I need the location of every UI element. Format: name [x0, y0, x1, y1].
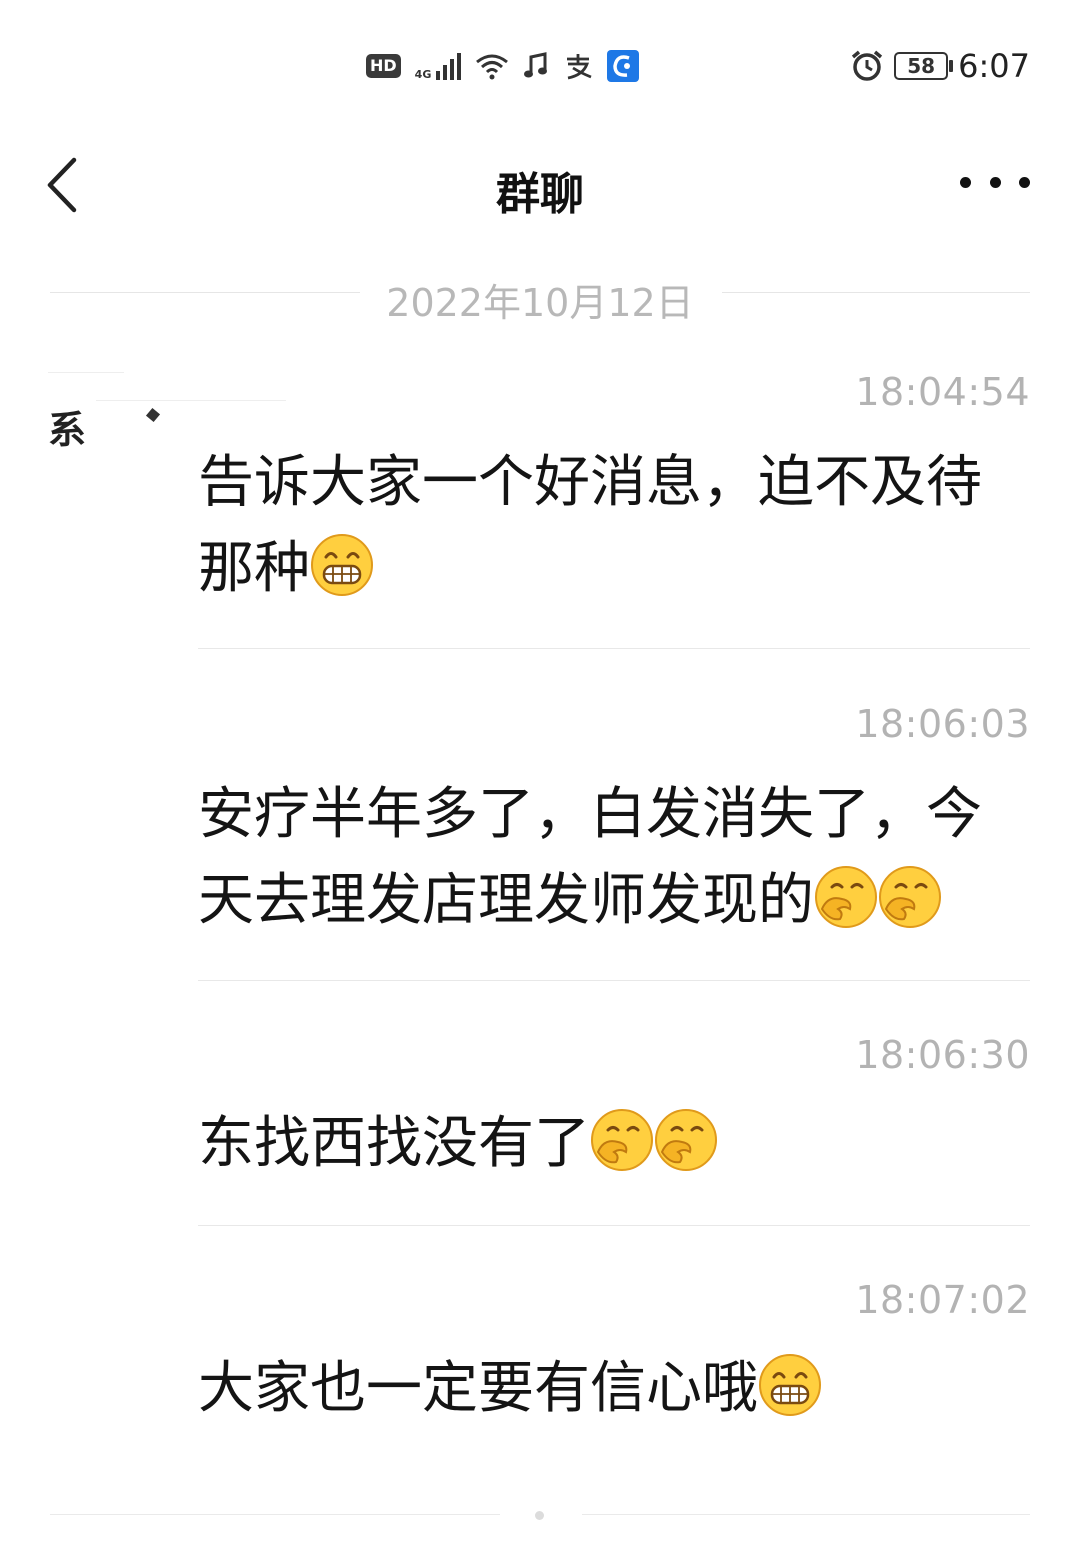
page-title: 群聊: [496, 169, 584, 220]
avatar[interactable]: 系: [48, 372, 286, 458]
message-separator: [198, 1225, 1030, 1226]
battery-icon: 58: [894, 52, 954, 80]
message-time: 18:06:30: [855, 1033, 1030, 1077]
status-bar: HD 4G 58 6:07: [0, 0, 1080, 130]
message-time: 18:07:02: [855, 1278, 1030, 1322]
message-separator: [198, 980, 1030, 981]
page-indicator-dot: [535, 1511, 544, 1520]
message-item: 18:06:30 东找西找没有了: [198, 1033, 1030, 1228]
giggle-emoji-icon: [879, 866, 941, 928]
grin-emoji-icon: [759, 1354, 821, 1416]
status-time: 6:07: [958, 47, 1030, 85]
wifi-icon: [475, 54, 508, 80]
more-icon-dot: [989, 176, 1001, 188]
message-text[interactable]: 安疗半年多了，白发消失了，今天去理发店理发师发现的: [198, 772, 1030, 944]
browser-icon: [606, 50, 639, 82]
avatar-mark: [145, 407, 161, 423]
signal-icon: 4G: [415, 52, 461, 80]
giggle-emoji-icon: [655, 1109, 717, 1171]
date-divider: 2022年10月12日: [50, 268, 1030, 325]
battery-level: 58: [907, 54, 936, 78]
message-separator: [198, 648, 1030, 649]
divider-line: [722, 292, 1030, 293]
grin-emoji-icon: [311, 534, 373, 596]
network-type: 4G: [414, 68, 432, 81]
status-icons-left: HD 4G: [366, 46, 639, 86]
avatar-glyph: 系: [48, 408, 87, 452]
chat-header: 群聊: [0, 130, 1080, 240]
more-button[interactable]: [960, 160, 1030, 204]
message-text[interactable]: 大家也一定要有信心哦: [198, 1346, 1030, 1432]
bottom-divider: [50, 1514, 500, 1515]
giggle-emoji-icon: [591, 1109, 653, 1171]
status-icons-right: 58 6:07: [850, 44, 1030, 88]
bottom-divider: [582, 1514, 1030, 1515]
message-text[interactable]: 东找西找没有了: [198, 1101, 1030, 1187]
message-time: 18:06:03: [855, 702, 1030, 746]
hd-icon: HD: [366, 54, 401, 78]
alarm-icon: [852, 50, 883, 81]
more-icon-dot: [1019, 176, 1030, 188]
message-item: 18:06:03 安疗半年多了，白发消失了，今天去理发店理发师发现的: [198, 702, 1030, 982]
message-item: 18:04:54 告诉大家一个好消息，迫不及待那种: [198, 370, 1030, 650]
date-label: 2022年10月12日: [386, 281, 694, 325]
message-text[interactable]: 告诉大家一个好消息，迫不及待那种: [198, 440, 1030, 612]
giggle-emoji-icon: [815, 866, 877, 928]
message-item: 18:07:02 大家也一定要有信心哦: [198, 1278, 1030, 1458]
alipay-icon: [566, 54, 592, 80]
message-time: 18:04:54: [855, 370, 1030, 414]
music-icon: [523, 52, 547, 78]
more-icon-dot: [960, 176, 971, 188]
